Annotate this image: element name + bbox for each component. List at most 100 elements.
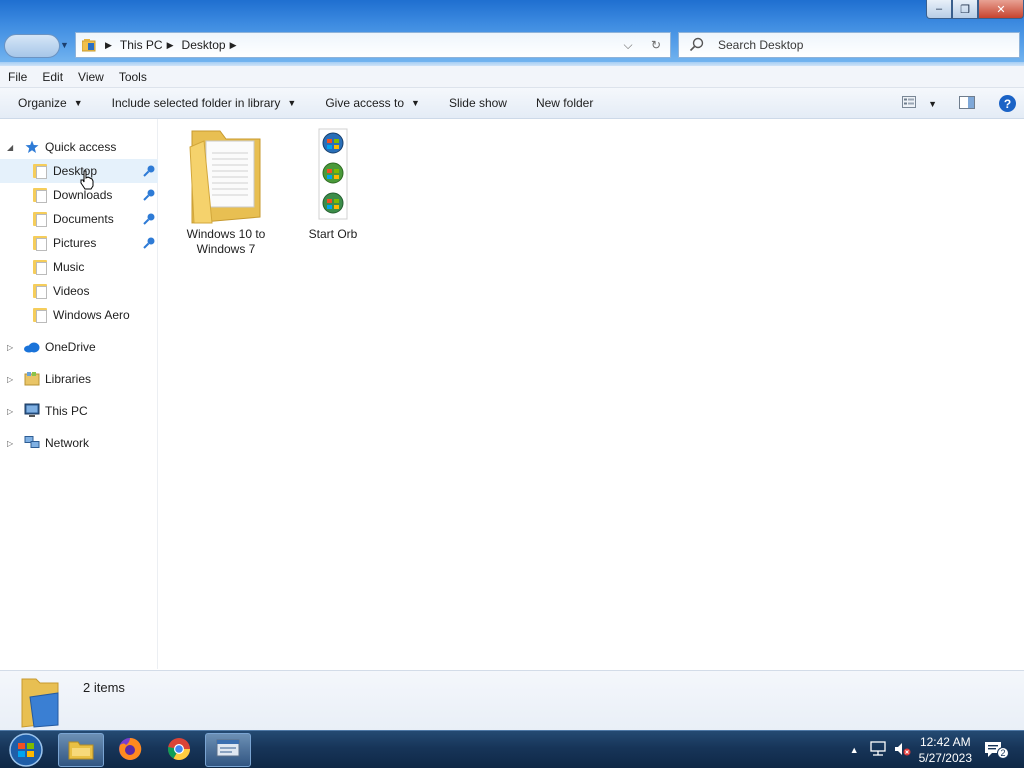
clock-date: 5/27/2023 [918, 751, 972, 765]
star-icon [25, 140, 39, 157]
nav-item-music[interactable]: Music [0, 255, 158, 279]
file-explorer-icon [68, 738, 94, 763]
show-hidden-icons-button[interactable]: ▲ [850, 745, 859, 755]
nav-libraries[interactable]: ▷ Libraries [0, 367, 158, 391]
videos-folder-icon [33, 283, 48, 299]
volume-muted-icon[interactable] [893, 741, 911, 760]
pin-icon [142, 236, 156, 250]
expand-arrow-icon[interactable]: ▷ [7, 439, 13, 448]
breadcrumb-chevron-icon[interactable]: ▶ [105, 40, 112, 51]
close-button[interactable]: ✕ [978, 0, 1024, 19]
breadcrumb-chevron-icon[interactable]: ▶ [167, 40, 174, 51]
taskbar-app[interactable] [205, 733, 251, 767]
breadcrumb-this-pc[interactable]: This PC [120, 38, 163, 52]
nav-quick-access[interactable]: ◢ Quick access [0, 135, 158, 159]
taskbar: ▲ 12:42 AM 5/27/2023 2 [0, 730, 1024, 768]
expand-arrow-icon[interactable]: ▷ [7, 343, 13, 352]
search-box[interactable]: Search Desktop [678, 32, 1020, 58]
breadcrumb-chevron-icon[interactable]: ▶ [230, 40, 237, 51]
change-view-icon[interactable] [902, 96, 917, 111]
menu-bar: File Edit View Tools [0, 66, 1024, 88]
nav-item-videos[interactable]: Videos [0, 279, 158, 303]
libraries-icon [24, 371, 40, 389]
recent-locations-dropdown[interactable]: ▼ [60, 40, 69, 50]
clock-time: 12:42 AM [919, 735, 971, 749]
menu-edit[interactable]: Edit [42, 70, 63, 84]
nav-label: Pictures [53, 236, 97, 250]
folder-icon [186, 127, 266, 231]
slide-show-button[interactable]: Slide show [449, 96, 507, 110]
file-item-start-orb[interactable]: Start Orb [297, 127, 369, 242]
breadcrumb-desktop[interactable]: Desktop [182, 38, 226, 52]
taskbar-chrome[interactable] [156, 733, 202, 767]
refresh-icon[interactable]: ↻ [642, 38, 670, 52]
give-access-button[interactable]: Give access to ▼ [325, 96, 420, 110]
command-bar: Organize ▼ Include selected folder in lib… [0, 88, 1024, 119]
new-folder-label: New folder [535, 96, 594, 110]
give-access-label: Give access to [325, 96, 405, 110]
nav-label: Quick access [45, 140, 117, 154]
nav-item-documents[interactable]: Documents [0, 207, 158, 231]
new-folder-button[interactable]: New folder [536, 96, 593, 110]
caret-down-icon: ▼ [73, 98, 83, 108]
file-item-folder[interactable]: Windows 10 to Windows 7 [181, 127, 271, 257]
notification-center-icon[interactable]: 2 [984, 741, 1009, 759]
start-button[interactable] [6, 732, 46, 768]
expand-arrow-icon[interactable]: ▷ [7, 375, 13, 384]
back-forward-buttons[interactable] [4, 34, 60, 58]
address-bar[interactable]: ▶ This PC ▶ Desktop ▶ ⌵ ↻ [75, 32, 671, 58]
pin-icon [142, 188, 156, 202]
organize-button[interactable]: Organize ▼ [18, 96, 83, 110]
network-tray-icon[interactable] [869, 740, 887, 760]
network-icon [24, 435, 40, 453]
address-history-dropdown-icon[interactable]: ⌵ [614, 38, 642, 53]
slide-show-label: Slide show [448, 96, 507, 110]
file-list: Windows 10 to Windows 7 Start Orb [159, 119, 1024, 669]
folder-icon [81, 38, 96, 52]
title-bar: – ❐ ✕ ▼ ▶ This PC ▶ Desktop ▶ ⌵ ↻ Search… [0, 0, 1024, 66]
nav-label: Music [53, 260, 85, 274]
maximize-button[interactable]: ❐ [952, 0, 978, 19]
cloud-icon [23, 342, 40, 356]
taskbar-file-explorer[interactable] [58, 733, 104, 767]
nav-onedrive[interactable]: ▷ OneDrive [0, 335, 158, 359]
nav-this-pc[interactable]: ▷ This PC [0, 399, 158, 423]
mouse-cursor-icon [79, 170, 95, 193]
chrome-icon [166, 736, 192, 765]
expand-arrow-icon[interactable]: ▷ [7, 407, 13, 416]
nav-item-pictures[interactable]: Pictures [0, 231, 158, 255]
menu-file[interactable]: File [8, 70, 27, 84]
computer-icon [24, 403, 40, 421]
organize-label: Organize [18, 96, 67, 110]
documents-folder-icon [33, 211, 48, 227]
search-input[interactable]: Search Desktop [718, 38, 803, 52]
nav-network[interactable]: ▷ Network [0, 431, 158, 455]
navigation-pane: ◢ Quick access Desktop Downloads Documen… [0, 119, 158, 669]
nav-label: Documents [53, 212, 114, 226]
minimize-button[interactable]: – [926, 0, 952, 19]
notification-count: 2 [997, 747, 1009, 759]
menu-tools[interactable]: Tools [119, 70, 147, 84]
app-window-icon [215, 738, 241, 763]
file-item-label: Windows 10 to [186, 227, 266, 241]
include-in-library-button[interactable]: Include selected folder in library ▼ [112, 96, 297, 110]
file-item-label-line2: Windows 7 [196, 242, 256, 256]
nav-item-windows-aero[interactable]: Windows Aero [0, 303, 158, 327]
view-options-dropdown-icon[interactable]: ▼ [928, 99, 937, 109]
pictures-folder-icon [33, 235, 48, 251]
taskbar-firefox[interactable] [107, 733, 153, 767]
details-pane: 2 items [0, 670, 1024, 730]
nav-label: This PC [45, 404, 88, 418]
menu-view[interactable]: View [78, 70, 104, 84]
nav-label: Network [45, 436, 90, 450]
help-icon[interactable]: ? [999, 95, 1016, 112]
system-tray: ▲ 12:42 AM 5/27/2023 2 [850, 731, 1024, 768]
caret-down-icon: ▼ [411, 98, 420, 108]
clock[interactable]: 12:42 AM 5/27/2023 [919, 734, 972, 766]
nav-label: OneDrive [45, 340, 96, 354]
preview-pane-icon[interactable] [959, 95, 975, 112]
folder-icon [33, 307, 48, 323]
nav-label: Videos [53, 284, 90, 298]
window-controls: – ❐ ✕ [926, 0, 1024, 20]
collapse-arrow-icon[interactable]: ◢ [7, 143, 13, 152]
